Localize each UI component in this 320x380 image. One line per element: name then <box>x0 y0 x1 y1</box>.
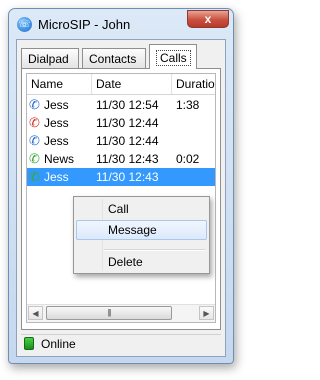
call-date: 11/30 12:43 <box>96 152 159 166</box>
tab-dialpad-label: Dialpad <box>28 52 69 66</box>
column-header-duration[interactable]: Duration <box>172 74 215 94</box>
call-duration: 0:02 <box>176 152 200 166</box>
call-row[interactable]: ✆ Jess 11/30 12:43 <box>27 168 215 186</box>
tab-calls-label: Calls <box>156 50 191 66</box>
call-row[interactable]: ✆ Jess 11/30 12:44 <box>27 132 215 150</box>
incoming-call-icon: ✆ <box>29 133 40 148</box>
outgoing-call-icon: ✆ <box>29 151 40 166</box>
call-row[interactable]: ✆ Jess 11/30 12:44 <box>27 114 215 132</box>
call-duration: 1:38 <box>176 98 200 112</box>
call-row[interactable]: ✆ News 11/30 12:43 0:02 <box>27 150 215 168</box>
missed-call-icon: ✆ <box>29 115 40 130</box>
call-date: 11/30 12:44 <box>96 134 159 148</box>
call-name: Jess <box>44 98 69 112</box>
call-name: Jess <box>44 170 69 184</box>
tab-dialpad[interactable]: Dialpad <box>21 48 79 68</box>
scroll-right-icon[interactable]: ▶ <box>199 306 214 320</box>
call-name: Jess <box>44 116 69 130</box>
horizontal-scrollbar[interactable]: ◀ ||| ▶ <box>27 304 215 322</box>
menu-item-call[interactable]: Call <box>76 199 207 219</box>
call-date: 11/30 12:54 <box>96 98 159 112</box>
app-window: ☏ MicroSIP - John x Dialpad Contacts Cal… <box>8 8 234 364</box>
tab-calls[interactable]: Calls <box>149 44 197 69</box>
close-button[interactable]: x <box>187 10 229 28</box>
status-text: Online <box>41 337 76 351</box>
scroll-left-icon[interactable]: ◀ <box>28 306 43 320</box>
title-bar[interactable]: ☏ MicroSIP - John x <box>9 9 233 39</box>
menu-separator <box>104 249 205 251</box>
menu-item-delete[interactable]: Delete <box>76 252 207 272</box>
call-date: 11/30 12:44 <box>96 116 159 130</box>
online-status-icon <box>24 337 34 350</box>
incoming-call-icon: ✆ <box>29 97 40 112</box>
column-header-date[interactable]: Date <box>92 74 172 94</box>
menu-item-message[interactable]: Message <box>76 220 207 240</box>
call-name: News <box>44 152 75 166</box>
list-header: Name Date Duration <box>27 74 215 95</box>
call-row[interactable]: ✆ Jess 11/30 12:54 1:38 <box>27 96 215 114</box>
call-name: Jess <box>44 134 69 148</box>
call-date: 11/30 12:43 <box>96 170 159 184</box>
tab-contacts-label: Contacts <box>89 52 137 66</box>
outgoing-call-icon: ✆ <box>29 169 40 184</box>
microsip-logo-icon: ☏ <box>17 17 32 32</box>
status-bar: Online <box>21 334 221 353</box>
column-header-name[interactable]: Name <box>27 74 92 94</box>
window-title: MicroSIP - John <box>38 17 131 32</box>
scrollbar-thumb[interactable]: ||| <box>46 306 172 320</box>
context-menu: Call Message Delete <box>73 196 210 274</box>
tab-contacts[interactable]: Contacts <box>82 48 146 68</box>
